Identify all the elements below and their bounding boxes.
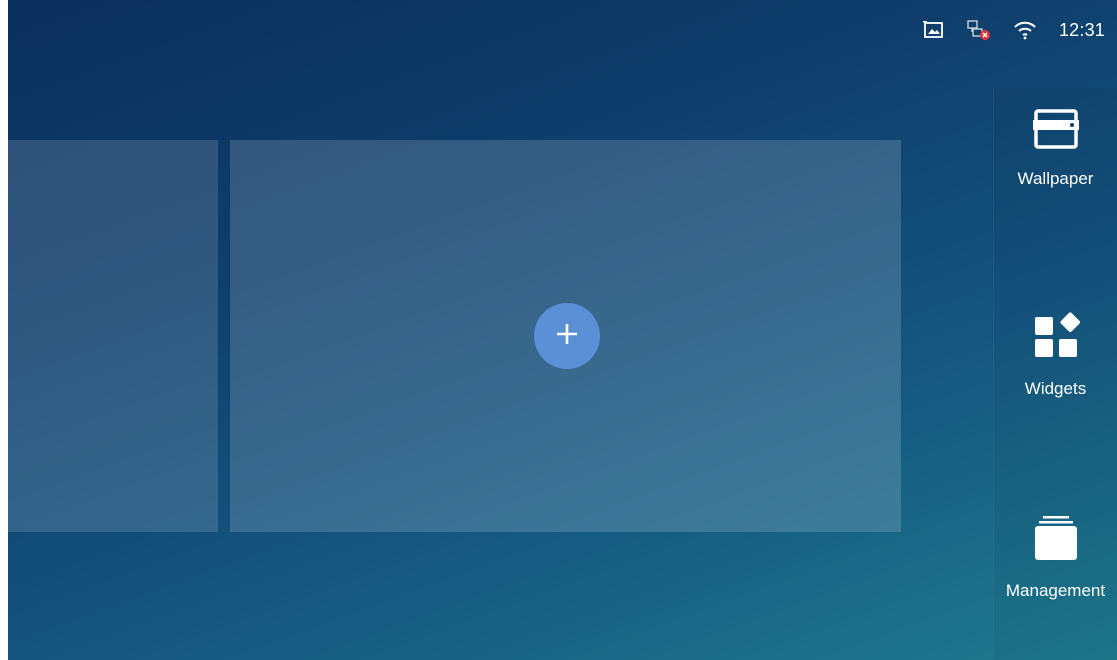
- widgets-button[interactable]: Widgets: [994, 312, 1117, 399]
- network-disconnected-icon: [967, 19, 991, 41]
- home-page-preview-main[interactable]: [230, 140, 901, 532]
- wallpaper-icon: [1031, 108, 1081, 155]
- wifi-icon: [1013, 20, 1037, 40]
- wallpaper-button[interactable]: Wallpaper: [994, 108, 1117, 189]
- clock: 12:31: [1058, 19, 1105, 40]
- customize-panel: Wallpaper Widgets Management: [993, 88, 1117, 660]
- home-edit-screen: 12:31 Wallpaper Widgets Management: [0, 0, 1117, 660]
- add-page-button[interactable]: [534, 303, 600, 369]
- widgets-icon: [1032, 312, 1080, 365]
- widgets-label: Widgets: [1024, 379, 1087, 398]
- status-bar: 12:31: [922, 0, 1117, 60]
- management-icon: [1031, 514, 1081, 567]
- screenshot-icon: [922, 20, 945, 40]
- plus-icon: [554, 321, 580, 352]
- wallpaper-label: Wallpaper: [1017, 169, 1094, 188]
- management-label: Management: [1005, 581, 1106, 600]
- home-page-preview-left[interactable]: [8, 140, 218, 532]
- management-button[interactable]: Management: [994, 514, 1117, 601]
